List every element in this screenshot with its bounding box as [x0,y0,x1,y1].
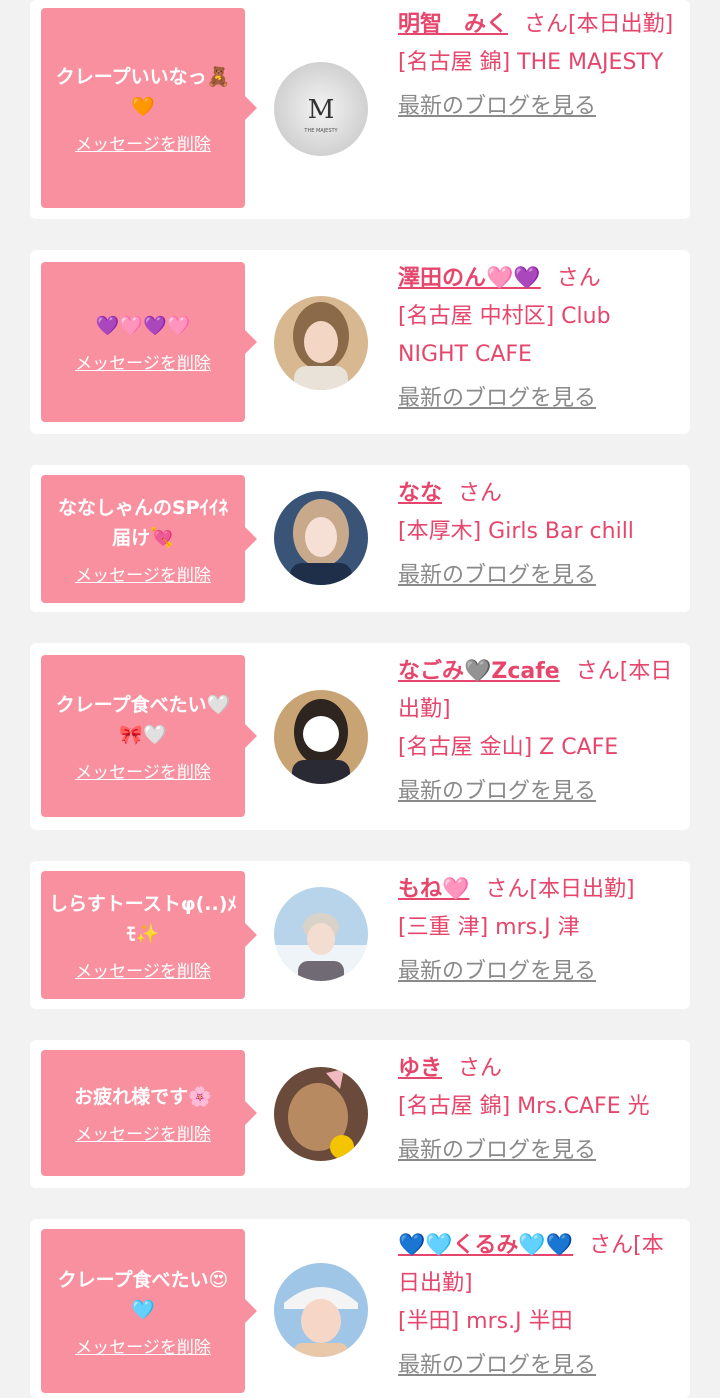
cast-info: 澤田のん🩷💜 さん [名古屋 中村区] Club NIGHT CAFE 最新のブロ… [398,260,678,418]
shop-label: [名古屋 錦] Mrs.CAFE 光 [398,1094,650,1119]
honorific: さん [458,481,503,506]
svg-text:THE MAJESTY: THE MAJESTY [303,128,338,134]
honorific: さん [556,266,601,291]
latest-blog-link[interactable]: 最新のブログを見る [398,953,678,991]
cast-info: 明智 みく さん[本日出勤] [名古屋 錦] THE MAJESTY 最新のブログ… [398,6,678,126]
cast-info: なな さん [本厚木] Girls Bar chill 最新のブログを見る [398,475,678,595]
delete-message-link[interactable]: メッセージを削除 [75,957,211,982]
message-text: クレープいいなっ🧸🧡 [55,65,231,118]
avatar[interactable] [274,690,368,784]
latest-blog-link[interactable]: 最新のブログを見る [398,773,678,811]
svg-text:M: M [308,95,335,125]
shop-label: [本厚木] Girls Bar chill [398,519,634,544]
latest-blog-link[interactable]: 最新のブログを見る [398,557,678,595]
message-card: お疲れ様です🌸 メッセージを削除 ゆき さん [名古屋 錦] Mrs.CAFE 光… [30,1040,690,1188]
delete-message-link[interactable]: メッセージを削除 [75,1120,211,1145]
avatar[interactable] [274,491,368,585]
message-text: 💜🩷💜🩷 [95,314,191,337]
message-bubble: クレープ食べたい🤍🎀🤍 メッセージを削除 [41,655,257,817]
message-card: しらすトーストφ(..)ﾒﾓ✨ メッセージを削除 もね🩷 さん[本日出勤] [三重… [30,861,690,1009]
message-bubble: 💜🩷💜🩷 メッセージを削除 [41,262,257,422]
cast-name-link[interactable]: ゆき [398,1056,442,1081]
message-card: ななしゃんのSPｲｲﾈ届け💘 メッセージを削除 なな さん [本厚木] Girls… [30,465,690,612]
message-card: クレープ食べたい🤍🎀🤍 メッセージを削除 なごみ🩶Zcafe さん[本日出勤] [… [30,643,690,830]
message-text: クレープ食べたい😍🩵 [57,1268,229,1321]
shop-label: [半田] mrs.J 半田 [398,1309,573,1334]
shop-label: [名古屋 金山] Z CAFE [398,735,619,760]
message-text: しらすトーストφ(..)ﾒﾓ✨ [49,892,237,945]
avatar[interactable] [274,887,368,981]
honorific: さん[本日出勤] [485,877,635,902]
message-bubble: クレープいいなっ🧸🧡 メッセージを削除 [41,8,257,208]
cast-name-link[interactable]: なな [398,481,442,506]
message-card: クレープいいなっ🧸🧡 メッセージを削除 M THE MAJESTY 明智 みくさ… [30,0,690,219]
cast-info: なごみ🩶Zcafe さん[本日出勤] [名古屋 金山] Z CAFE 最新のブログ… [398,653,678,811]
message-card: クレープ食べたい😍🩵 メッセージを削除 💙🩵くるみ🩵💙 さん[本日出勤] [半田]… [30,1219,690,1398]
cast-info: ゆき さん [名古屋 錦] Mrs.CAFE 光 最新のブログを見る [398,1050,678,1170]
message-card: 💜🩷💜🩷 メッセージを削除 澤田のん🩷💜 さん [名古屋 中村区] Club NI… [30,250,690,434]
message-bubble: クレープ食べたい😍🩵 メッセージを削除 [41,1229,257,1393]
message-bubble: ななしゃんのSPｲｲﾈ届け💘 メッセージを削除 [41,475,257,603]
delete-message-link[interactable]: メッセージを削除 [75,130,211,155]
cast-name-link[interactable]: 💙🩵くるみ🩵💙 [398,1233,573,1258]
cast-name-link[interactable]: なごみ🩶Zcafe [398,659,560,684]
honorific: さん [458,1056,503,1081]
shop-label: [三重 津] mrs.J 津 [398,915,580,940]
message-text: お疲れ様です🌸 [74,1085,212,1108]
avatar[interactable] [274,1263,368,1357]
avatar[interactable] [274,1067,368,1161]
message-bubble: お疲れ様です🌸 メッセージを削除 [41,1050,257,1176]
delete-message-link[interactable]: メッセージを削除 [75,349,211,374]
cast-info: 💙🩵くるみ🩵💙 さん[本日出勤] [半田] mrs.J 半田 最新のブログを見る [398,1227,678,1385]
message-list: クレープいいなっ🧸🧡 メッセージを削除 M THE MAJESTY 明智 みくさ… [0,0,720,1398]
latest-blog-link[interactable]: 最新のブログを見る [398,88,678,126]
delete-message-link[interactable]: メッセージを削除 [75,561,211,586]
cast-name-link[interactable]: もね🩷 [398,877,469,902]
latest-blog-link[interactable]: 最新のブログを見る [398,1347,678,1385]
shop-label: [名古屋 錦] THE MAJESTY [398,50,664,75]
avatar[interactable] [274,296,368,390]
delete-message-link[interactable]: メッセージを削除 [75,1333,211,1358]
delete-message-link[interactable]: メッセージを削除 [75,758,211,783]
cast-name-link[interactable]: 澤田のん🩷💜 [398,266,541,291]
message-text: ななしゃんのSPｲｲﾈ届け💘 [57,496,229,549]
cast-info: もね🩷 さん[本日出勤] [三重 津] mrs.J 津 最新のブログを見る [398,871,678,991]
cast-name-link[interactable]: 明智 みく [398,12,508,37]
shop-label: [名古屋 中村区] Club NIGHT CAFE [398,304,611,367]
message-bubble: しらすトーストφ(..)ﾒﾓ✨ メッセージを削除 [41,871,257,999]
latest-blog-link[interactable]: 最新のブログを見る [398,1132,678,1170]
latest-blog-link[interactable]: 最新のブログを見る [398,380,678,418]
avatar[interactable]: M THE MAJESTY [274,62,368,156]
message-text: クレープ食べたい🤍🎀🤍 [55,693,231,746]
honorific: さん[本日出勤] [524,12,674,37]
